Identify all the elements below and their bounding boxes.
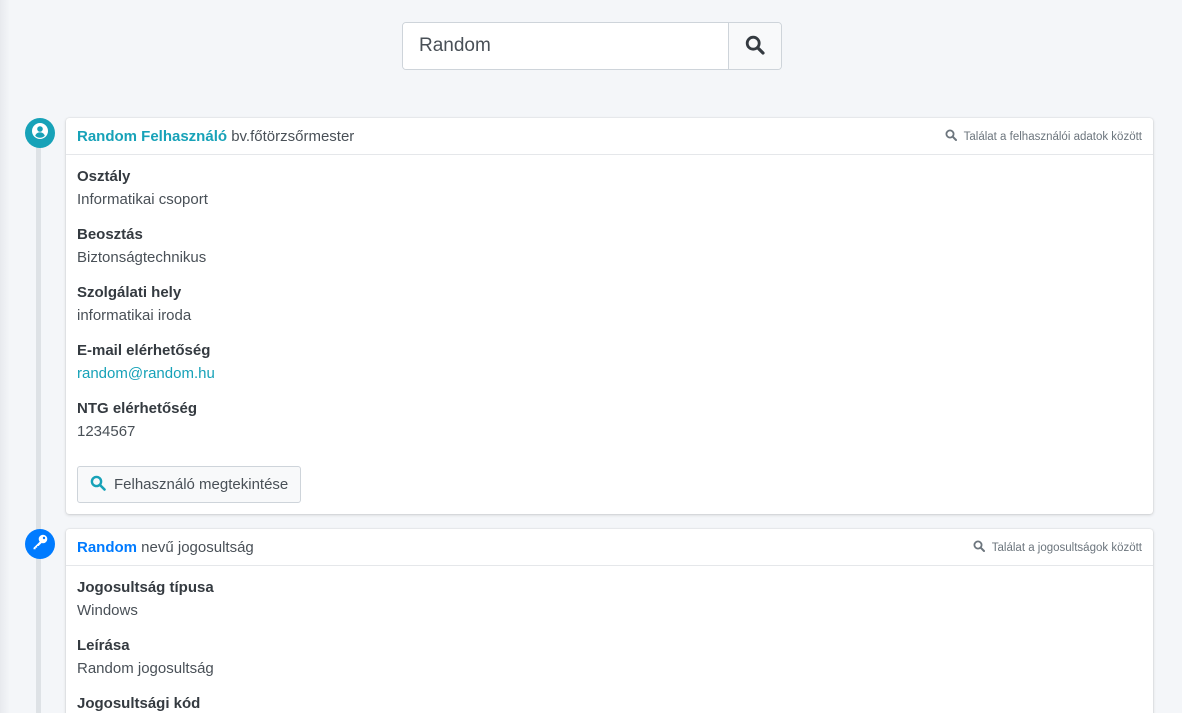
- sidebar-edge: [0, 0, 10, 713]
- view-user-button-label: Felhasználó megtekintése: [114, 476, 289, 493]
- field-value: Biztonságtechnikus: [77, 249, 207, 266]
- user-name: Random Felhasználó: [77, 127, 228, 145]
- permission-card-header: Random nevű jogosultság Találat a jogosu…: [66, 529, 1153, 566]
- field-label: Beosztás: [77, 226, 143, 243]
- user-card-body: Osztály Informatikai csoport Beosztás Bi…: [66, 155, 1153, 443]
- permission-card-title: Random nevű jogosultság: [77, 539, 254, 556]
- user-card-title: Random Felhasználó bv.főtörzsőrmester: [77, 128, 354, 145]
- user-circle-icon: [31, 122, 49, 145]
- search-icon: [973, 540, 992, 555]
- field-label: NTG elérhetőség: [77, 400, 198, 417]
- permission-card-body: Jogosultság típusa Windows Leírása Rando…: [66, 566, 1153, 713]
- field-ntg: NTG elérhetőség 1234567: [77, 399, 1142, 443]
- field-email: E-mail elérhetőség random@random.hu: [77, 341, 1142, 385]
- field-label: E-mail elérhetőség: [77, 342, 211, 359]
- field-duty-location: Szolgálati hely informatikai iroda: [77, 283, 1142, 327]
- field-permission-type: Jogosultság típusa Windows: [77, 578, 1142, 622]
- permission-result-card: Random nevű jogosultság Találat a jogosu…: [66, 529, 1153, 713]
- search-button[interactable]: [728, 23, 781, 69]
- permission-match-hint-text: Találat a jogosultságok között: [991, 541, 1142, 554]
- user-match-hint: Találat a felhasználói adatok között: [945, 118, 1142, 155]
- user-rank: bv.főtörzsőrmester: [231, 127, 355, 145]
- timeline-permission-marker: [25, 529, 55, 559]
- field-label: Leírása: [77, 637, 130, 654]
- field-value: Random jogosultság: [77, 660, 214, 677]
- field-value: informatikai iroda: [77, 307, 192, 324]
- search-icon: [945, 129, 964, 144]
- field-label: Jogosultság típusa: [77, 579, 214, 596]
- user-match-hint-text: Találat a felhasználói adatok között: [963, 130, 1142, 143]
- field-department: Osztály Informatikai csoport: [77, 167, 1142, 211]
- page: Random Felhasználó bv.főtörzsőrmester Ta…: [0, 0, 1182, 713]
- field-label: Jogosultsági kód: [77, 695, 201, 712]
- email-link[interactable]: random@random.hu: [77, 363, 1142, 385]
- field-permission-code: Jogosultsági kód: [77, 694, 1142, 713]
- permission-match-hint: Találat a jogosultságok között: [973, 529, 1142, 566]
- field-label: Osztály: [77, 168, 131, 185]
- user-card-header: Random Felhasználó bv.főtörzsőrmester Ta…: [66, 118, 1153, 155]
- field-description: Leírása Random jogosultság: [77, 636, 1142, 680]
- search-icon: [745, 35, 765, 58]
- user-result-card: Random Felhasználó bv.főtörzsőrmester Ta…: [66, 118, 1153, 514]
- timeline-user-marker: [25, 118, 55, 148]
- field-position: Beosztás Biztonságtechnikus: [77, 225, 1142, 269]
- field-value: Windows: [77, 602, 138, 619]
- timeline-line: [36, 140, 41, 713]
- permission-name: Random: [77, 538, 137, 556]
- view-user-button[interactable]: Felhasználó megtekintése: [77, 466, 302, 503]
- field-label: Szolgálati hely: [77, 284, 182, 301]
- search-icon: [90, 475, 114, 495]
- key-icon: [31, 533, 49, 556]
- permission-suffix: nevű jogosultság: [141, 538, 254, 556]
- field-value: Informatikai csoport: [77, 191, 208, 208]
- field-value: 1234567: [77, 423, 136, 440]
- search-bar: [402, 22, 782, 70]
- search-input[interactable]: [403, 23, 728, 69]
